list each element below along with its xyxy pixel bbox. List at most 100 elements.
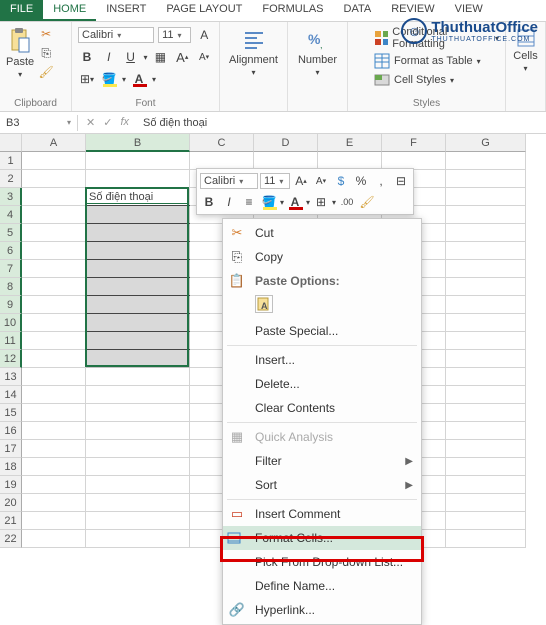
cell-G7[interactable] xyxy=(446,260,526,278)
mini-fill-color[interactable]: 🪣 xyxy=(260,193,278,211)
cell-A14[interactable] xyxy=(22,386,86,404)
row-header-7[interactable]: 7 xyxy=(0,260,22,278)
row-header-20[interactable]: 20 xyxy=(0,494,22,512)
cell-B10[interactable] xyxy=(86,314,190,332)
mini-font-combo[interactable]: Calibri▾ xyxy=(200,173,258,189)
font-name-combo[interactable]: Calibri▾ xyxy=(78,27,154,43)
cell-G21[interactable] xyxy=(446,512,526,530)
cell-A6[interactable] xyxy=(22,242,86,260)
ctx-delete[interactable]: Delete... xyxy=(223,372,421,396)
row-header-1[interactable]: 1 xyxy=(0,152,22,170)
cell-G1[interactable] xyxy=(446,152,526,170)
cell-G4[interactable] xyxy=(446,206,526,224)
cell-A8[interactable] xyxy=(22,278,86,296)
cell-B6[interactable] xyxy=(86,242,190,260)
cell-G6[interactable] xyxy=(446,242,526,260)
row-header-22[interactable]: 22 xyxy=(0,530,22,548)
italic-button[interactable]: I xyxy=(100,48,118,66)
cell-G14[interactable] xyxy=(446,386,526,404)
tab-view[interactable]: VIEW xyxy=(445,0,493,21)
cell-G10[interactable] xyxy=(446,314,526,332)
row-header-14[interactable]: 14 xyxy=(0,386,22,404)
tab-page-layout[interactable]: PAGE LAYOUT xyxy=(156,0,252,21)
cell-B4[interactable] xyxy=(86,206,190,224)
mini-bold[interactable]: B xyxy=(200,193,218,211)
ctx-pick-from-list[interactable]: Pick From Drop-down List... xyxy=(223,550,421,574)
cell-A1[interactable] xyxy=(22,152,86,170)
ctx-sort[interactable]: Sort▶ xyxy=(223,473,421,497)
mini-merge-icon[interactable]: ⊟ xyxy=(392,172,410,190)
cut-icon[interactable]: ✂ xyxy=(38,26,54,42)
conditional-formatting-button[interactable]: Conditional Formatting▾ xyxy=(374,26,499,50)
cell-G12[interactable] xyxy=(446,350,526,368)
row-header-12[interactable]: 12 xyxy=(0,350,22,368)
cell-A3[interactable] xyxy=(22,188,86,206)
cell-B3[interactable] xyxy=(86,188,190,206)
cell-B2[interactable] xyxy=(86,170,190,188)
ctx-filter[interactable]: Filter▶ xyxy=(223,449,421,473)
cell-A5[interactable] xyxy=(22,224,86,242)
cell-A13[interactable] xyxy=(22,368,86,386)
cell-A19[interactable] xyxy=(22,476,86,494)
cell-styles-button[interactable]: Cell Styles▾ xyxy=(374,72,499,88)
cell-B20[interactable] xyxy=(86,494,190,512)
ctx-hyperlink[interactable]: 🔗Hyperlink... xyxy=(223,598,421,622)
row-header-5[interactable]: 5 xyxy=(0,224,22,242)
enter-formula-icon[interactable]: ✓ xyxy=(103,116,112,129)
cell-B19[interactable] xyxy=(86,476,190,494)
cell-B5[interactable] xyxy=(86,224,190,242)
cell-B16[interactable] xyxy=(86,422,190,440)
cell-A21[interactable] xyxy=(22,512,86,530)
ctx-define-name[interactable]: Define Name... xyxy=(223,574,421,598)
cell-G9[interactable] xyxy=(446,296,526,314)
cell-B15[interactable] xyxy=(86,404,190,422)
cells-button[interactable]: Cells ▾ xyxy=(512,26,539,75)
ctx-copy[interactable]: ⎘Copy xyxy=(223,245,421,269)
mini-percent-icon[interactable]: % xyxy=(352,172,370,190)
row-header-15[interactable]: 15 xyxy=(0,404,22,422)
ctx-clear-contents[interactable]: Clear Contents xyxy=(223,396,421,420)
row-header-8[interactable]: 8 xyxy=(0,278,22,296)
underline-button[interactable]: U xyxy=(122,48,140,66)
paste-option-default[interactable]: A xyxy=(255,295,273,313)
cell-G16[interactable] xyxy=(446,422,526,440)
mini-italic[interactable]: I xyxy=(220,193,238,211)
cell-A20[interactable] xyxy=(22,494,86,512)
font-size-combo[interactable]: 11▾ xyxy=(158,27,191,43)
cell-A15[interactable] xyxy=(22,404,86,422)
row-header-21[interactable]: 21 xyxy=(0,512,22,530)
col-header-E[interactable]: E xyxy=(318,134,382,152)
mini-accounting-icon[interactable]: $ xyxy=(332,172,350,190)
mini-border[interactable]: ⊞ xyxy=(312,193,330,211)
row-header-2[interactable]: 2 xyxy=(0,170,22,188)
shrink-font-button[interactable]: A▾ xyxy=(195,48,213,66)
cell-G11[interactable] xyxy=(446,332,526,350)
cell-G20[interactable] xyxy=(446,494,526,512)
formula-input[interactable]: Số điện thoại xyxy=(137,115,546,131)
number-button[interactable]: %, Number ▾ xyxy=(294,26,341,79)
row-header-4[interactable]: 4 xyxy=(0,206,22,224)
cell-G19[interactable] xyxy=(446,476,526,494)
tab-formulas[interactable]: FORMULAS xyxy=(252,0,333,21)
copy-icon[interactable]: ⎘ xyxy=(38,45,54,61)
cell-B1[interactable] xyxy=(86,152,190,170)
ctx-format-cells[interactable]: Format Cells... xyxy=(223,526,421,550)
cell-B18[interactable] xyxy=(86,458,190,476)
fx-icon[interactable]: fx xyxy=(120,116,129,129)
cell-B11[interactable] xyxy=(86,332,190,350)
format-painter-icon[interactable]: 🖌 xyxy=(38,64,54,80)
row-header-9[interactable]: 9 xyxy=(0,296,22,314)
tab-home[interactable]: HOME xyxy=(43,0,96,21)
col-header-A[interactable]: A xyxy=(22,134,86,152)
grow-font-icon[interactable]: A xyxy=(195,26,213,44)
row-header-13[interactable]: 13 xyxy=(0,368,22,386)
cell-G8[interactable] xyxy=(446,278,526,296)
cell-G18[interactable] xyxy=(446,458,526,476)
font-color-button[interactable]: A xyxy=(130,70,148,88)
cell-B14[interactable] xyxy=(86,386,190,404)
row-header-17[interactable]: 17 xyxy=(0,440,22,458)
row-header-11[interactable]: 11 xyxy=(0,332,22,350)
cell-G17[interactable] xyxy=(446,440,526,458)
ctx-insert-comment[interactable]: ▭Insert Comment xyxy=(223,502,421,526)
alignment-button[interactable]: Alignment ▾ xyxy=(226,26,281,79)
